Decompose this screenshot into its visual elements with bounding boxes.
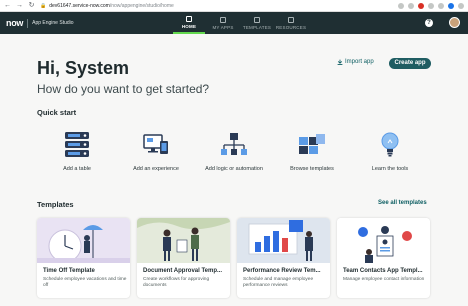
browser-toolbar: ← → ↻ 🔒 dev61647.service-now.com/now/app… [0,0,468,12]
help-icon[interactable]: ? [425,18,433,27]
create-app-button[interactable]: Create app [389,58,431,69]
team-contacts-illustration [337,218,430,263]
template-card-title: Time Off Template [43,268,95,274]
tab-label: MY APPS [212,24,234,30]
tab-label: RESOURCES [275,24,307,30]
template-card-description: Manage employee contact information [343,277,425,282]
avatar[interactable] [449,17,460,28]
quick-start-label: Learn the tools [371,166,409,172]
header-divider [27,18,29,28]
performance-review-illustration [237,218,330,263]
quick-start-browse-templates[interactable]: Browse templates [274,128,350,172]
quick-start-learn-tools[interactable]: Learn the tools [352,128,428,172]
page-subtitle: How do you want to get started? [37,82,210,96]
templates-icon [299,134,325,154]
tab-my-apps[interactable]: MY APPS [207,12,239,34]
template-card-performance-review[interactable]: Performance Review Tem... Schedule and m… [237,218,330,298]
tab-home[interactable]: HOME [173,12,205,34]
quick-start-add-logic[interactable]: Add logic or automation [196,128,272,172]
lock-icon: 🔒 [40,2,47,9]
time-off-illustration [37,218,130,263]
import-app-label: Import app [345,59,374,65]
import-app-button[interactable]: Import app [337,59,374,65]
template-card-description: Create workflows for approving documents [143,277,210,288]
app-name: App Engine Studio [32,20,74,26]
quick-start-title: Quick start [37,108,77,117]
tab-label: TEMPLATES [242,24,272,30]
templates-section-title: Templates [37,200,74,209]
template-card-team-contacts[interactable]: Team Contacts App Templ... Manage employ… [337,218,430,298]
lightbulb-icon [381,132,399,157]
extension-icon[interactable] [438,2,444,9]
address-bar[interactable]: 🔒 dev61647.service-now.com/now/appengine… [40,3,174,9]
quick-start-label: Add logic or automation [205,166,263,172]
template-card-time-off[interactable]: Time Off Template Schedule employee vaca… [37,218,130,298]
template-card-title: Performance Review Tem... [243,268,321,274]
resources-icon [288,16,294,23]
database-icon [65,132,89,157]
template-card-description: Schedule employee vacations and time off [43,277,127,288]
home-icon [186,15,192,22]
extension-icon[interactable] [418,2,424,9]
app-header: now App Engine Studio HOME MY APPS TEMPL… [0,12,468,34]
servicenow-logo[interactable]: now [6,18,23,28]
apps-grid-icon [220,16,226,23]
quick-start-add-experience[interactable]: Add an experience [118,128,194,172]
templates-icon [254,16,260,23]
see-all-templates-link[interactable]: See all templates [378,200,427,206]
more-menu-icon[interactable] [458,2,464,9]
tab-label: HOME [181,23,197,29]
forward-icon[interactable]: → [16,1,23,11]
quick-start-add-table[interactable]: Add a table [39,128,115,172]
share-icon[interactable] [398,2,404,9]
back-icon[interactable]: ← [4,1,11,11]
quick-start-label: Browse templates [290,166,334,172]
bookmark-star-icon[interactable] [408,2,414,9]
page-title: Hi, System [37,58,130,78]
template-card-title: Team Contacts App Templ... [343,268,423,274]
template-card-document-approval[interactable]: Document Approval Temp... Create workflo… [137,218,230,298]
template-card-description: Schedule and manage employee performance… [243,277,314,288]
tab-templates[interactable]: TEMPLATES [241,12,273,34]
main-nav-tabs: HOME MY APPS TEMPLATES RESOURCES [172,12,308,34]
quick-start-label: Add a table [63,166,91,172]
extension-icon[interactable] [428,2,434,9]
tab-resources[interactable]: RESOURCES [275,12,307,34]
reload-icon[interactable]: ↻ [28,1,35,11]
template-card-title: Document Approval Temp... [143,268,223,274]
monitor-icon [143,134,168,154]
quick-start-label: Add an experience [133,166,179,172]
profile-icon[interactable] [448,2,454,9]
document-approval-illustration [137,218,230,263]
import-icon [337,59,343,65]
flow-icon [221,133,247,155]
url-path: /now/appengine/studio/home [109,2,174,9]
url-host: dev61647.service-now.com [49,2,110,9]
